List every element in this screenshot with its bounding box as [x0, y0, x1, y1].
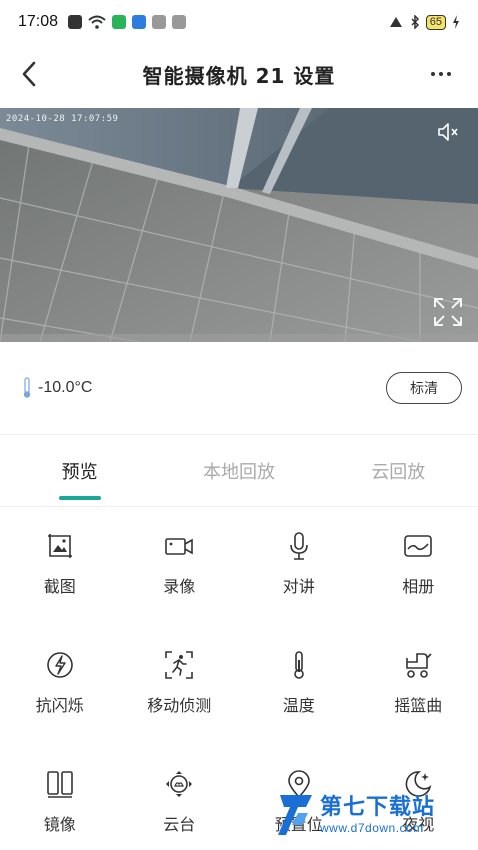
watermark-logo	[278, 795, 312, 835]
motion-detect-icon	[165, 651, 194, 679]
vibrate-icon	[389, 17, 402, 27]
tab-cloud-playback[interactable]: 云回放	[319, 436, 478, 506]
lullaby-button[interactable]: 摇篮曲	[359, 626, 478, 745]
bluetooth-icon	[411, 15, 419, 29]
anti-flicker-button[interactable]: 抗闪烁	[0, 626, 120, 745]
temperature-button[interactable]: 温度	[239, 626, 359, 745]
app-notification-icon	[132, 15, 147, 29]
microphone-icon	[289, 532, 308, 560]
more-dot	[439, 72, 443, 76]
temperature-value: -10.0°C	[38, 379, 93, 396]
function-label: 摇篮曲	[394, 696, 443, 715]
battery-level: 65	[425, 14, 446, 30]
screenshot-icon	[47, 534, 72, 558]
wechat-icon	[112, 15, 127, 29]
status-left: 17:08	[18, 13, 187, 31]
divider	[0, 434, 478, 435]
ptz-button[interactable]: 云台	[120, 745, 240, 850]
video-record-icon	[165, 538, 194, 555]
temperature-display: -10.0°C	[22, 377, 92, 399]
ptz-icon	[166, 771, 193, 797]
record-button[interactable]: 录像	[120, 507, 240, 626]
charging-icon	[453, 15, 459, 29]
album-icon	[404, 535, 433, 557]
tab-bar: 预览 本地回放 云回放	[0, 436, 478, 506]
album-button[interactable]: 相册	[359, 507, 478, 626]
more-dot	[431, 72, 435, 76]
tab-local-playback[interactable]: 本地回放	[159, 436, 318, 506]
function-label: 移动侦测	[147, 696, 212, 715]
header: 智能摄像机 21 设置	[0, 44, 478, 104]
tab-active-indicator	[58, 496, 101, 500]
mute-button[interactable]	[436, 120, 462, 144]
motion-detection-button[interactable]: 移动侦测	[120, 626, 240, 745]
more-dot	[447, 72, 451, 76]
page-title: 智能摄像机 21 设置	[142, 63, 336, 88]
app-notification-icon-2	[152, 15, 167, 29]
more-options-button[interactable]	[424, 58, 458, 90]
function-label: 温度	[282, 696, 315, 715]
camera-video-preview[interactable]: 2024-10-28 17:07:59	[0, 108, 478, 342]
info-row: -10.0°C 标清	[0, 342, 478, 434]
speaker-muted-icon	[438, 123, 458, 141]
tab-label: 云回放	[371, 462, 426, 483]
wifi-icon	[88, 15, 106, 29]
watermark-title: 第七下载站	[320, 795, 436, 820]
video-quality-button[interactable]: 标清	[386, 372, 462, 404]
status-bar: 17:08 65	[0, 0, 478, 44]
function-label: 对讲	[282, 577, 315, 596]
mirror-icon	[46, 771, 73, 798]
lullaby-stroller-icon	[406, 653, 432, 678]
expand-icon	[434, 298, 462, 326]
function-label: 相册	[402, 577, 435, 596]
function-label: 云台	[163, 815, 196, 834]
watermark-url: www.d7down.com	[320, 821, 424, 835]
screenshot-button[interactable]: 截图	[0, 507, 120, 626]
video-timestamp: 2024-10-28 17:07:59	[6, 114, 119, 124]
watermark-text: 第七下载站 www.d7down.com	[320, 795, 435, 835]
status-time: 17:08	[18, 13, 59, 30]
chevron-left-icon	[22, 61, 36, 87]
anti-flicker-icon	[46, 652, 73, 678]
tab-label: 本地回放	[202, 462, 275, 483]
site-watermark: 第七下载站 www.d7down.com	[276, 786, 472, 844]
intercom-button[interactable]: 对讲	[239, 507, 359, 626]
function-label: 镜像	[43, 815, 76, 834]
camera-feed-image	[0, 108, 478, 342]
thermometer-small-icon	[23, 377, 31, 398]
function-label: 抗闪烁	[35, 696, 84, 715]
mirror-button[interactable]: 镜像	[0, 745, 120, 850]
notification-icon	[68, 15, 83, 29]
status-right: 65	[388, 14, 460, 30]
app-notification-icon-3	[172, 15, 187, 29]
thermometer-icon	[293, 651, 304, 679]
tab-label: 预览	[61, 462, 98, 483]
tab-preview[interactable]: 预览	[0, 436, 159, 506]
fullscreen-button[interactable]	[432, 296, 464, 328]
function-label: 录像	[163, 577, 196, 596]
function-label: 截图	[43, 577, 76, 596]
back-button[interactable]	[16, 58, 46, 90]
